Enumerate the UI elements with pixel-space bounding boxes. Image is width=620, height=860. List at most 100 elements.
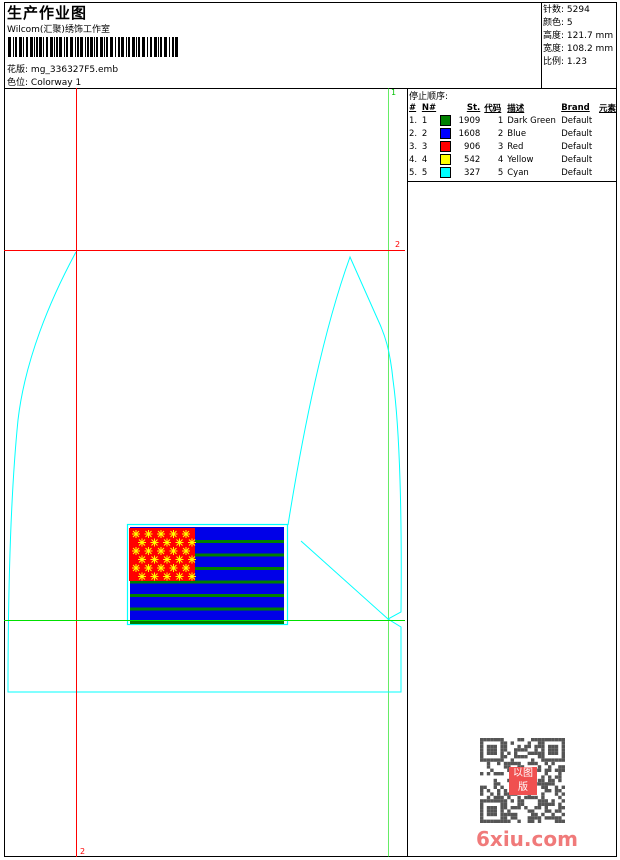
qr-module bbox=[493, 785, 497, 789]
flag-star bbox=[175, 538, 184, 547]
qr-module bbox=[480, 812, 484, 817]
qr-module bbox=[483, 799, 487, 803]
flag-star bbox=[182, 547, 190, 555]
qr-module bbox=[483, 785, 487, 789]
qr-module bbox=[544, 768, 548, 772]
qr-module bbox=[554, 775, 559, 779]
qr-module bbox=[517, 802, 521, 806]
qr-module bbox=[480, 751, 484, 755]
qr-module bbox=[537, 778, 542, 783]
qr-module bbox=[541, 775, 545, 779]
qr-module bbox=[541, 744, 545, 749]
qr-module bbox=[486, 812, 491, 817]
qr-module bbox=[558, 816, 562, 820]
qr-module bbox=[486, 744, 491, 749]
qr-module bbox=[541, 738, 545, 742]
qr-module bbox=[527, 744, 531, 749]
qr-module bbox=[541, 812, 545, 817]
qr-module bbox=[493, 795, 497, 800]
qr-module bbox=[497, 782, 501, 786]
qr-module bbox=[548, 758, 552, 762]
qr-module bbox=[493, 738, 497, 742]
qr-module bbox=[500, 741, 504, 745]
qr-module bbox=[534, 816, 538, 820]
qr-module bbox=[514, 812, 518, 817]
qr-module bbox=[490, 799, 494, 803]
flag-star bbox=[138, 538, 146, 547]
qr-module bbox=[537, 755, 542, 759]
qr-module bbox=[493, 758, 497, 762]
flag-star bbox=[157, 530, 165, 538]
marker-label: 1 bbox=[391, 88, 397, 97]
qr-module bbox=[480, 772, 484, 776]
qr-module bbox=[558, 772, 562, 776]
qr-module bbox=[503, 799, 508, 803]
qr-module bbox=[541, 751, 545, 755]
qr-module bbox=[493, 782, 497, 786]
qr-module bbox=[561, 755, 565, 759]
qr-module bbox=[527, 816, 531, 820]
qr-module bbox=[497, 738, 501, 742]
qr-module bbox=[534, 744, 538, 749]
design-outline bbox=[7, 251, 402, 693]
qr-module bbox=[537, 751, 542, 755]
qr-module bbox=[497, 789, 501, 793]
qr-module bbox=[554, 819, 559, 823]
qr-module bbox=[541, 741, 545, 745]
marker-label: 2 bbox=[80, 847, 86, 856]
qr-module bbox=[524, 744, 528, 749]
qr-module bbox=[497, 761, 501, 766]
qr-module bbox=[561, 812, 565, 817]
qr-module bbox=[524, 755, 528, 759]
qr-module bbox=[554, 816, 559, 820]
qr-module bbox=[510, 758, 514, 762]
qr-module bbox=[480, 809, 484, 813]
qr-module bbox=[548, 809, 552, 813]
qr-module bbox=[483, 738, 487, 742]
qr-module bbox=[507, 812, 511, 817]
qr-module bbox=[544, 799, 548, 803]
qr-module bbox=[558, 778, 562, 783]
qr-module bbox=[551, 812, 555, 817]
qr-module bbox=[480, 799, 484, 803]
qr-module bbox=[514, 748, 518, 752]
qr-module bbox=[561, 744, 565, 749]
qr-module bbox=[497, 758, 501, 762]
qr-module bbox=[541, 792, 545, 796]
qr-module bbox=[480, 758, 484, 762]
qr-module bbox=[490, 812, 494, 817]
qr-module bbox=[503, 741, 508, 745]
flag-star bbox=[163, 572, 171, 581]
flag-star bbox=[188, 555, 196, 564]
qr-module bbox=[500, 795, 504, 800]
qr-module bbox=[548, 748, 552, 752]
qr-module bbox=[503, 812, 508, 817]
qr-module bbox=[517, 799, 521, 803]
qr-module bbox=[486, 761, 491, 766]
qr-module bbox=[558, 789, 562, 793]
qr-module bbox=[497, 772, 501, 776]
flag-green-stripe bbox=[130, 621, 284, 624]
qr-module bbox=[561, 799, 565, 803]
qr-module bbox=[500, 802, 504, 806]
qr-module bbox=[500, 812, 504, 817]
qr-module bbox=[503, 789, 508, 793]
qr-module bbox=[486, 758, 491, 762]
qr-module bbox=[500, 751, 504, 755]
qr-module bbox=[500, 819, 504, 823]
qr-module bbox=[544, 789, 548, 793]
qr-module bbox=[551, 738, 555, 742]
qr-module bbox=[486, 751, 491, 755]
flag-star bbox=[157, 547, 165, 555]
qr-module bbox=[507, 761, 511, 766]
qr-module bbox=[544, 816, 548, 820]
qr-module bbox=[503, 761, 508, 766]
qr-module bbox=[527, 795, 531, 800]
qr-module bbox=[537, 819, 542, 823]
qr-module bbox=[551, 751, 555, 755]
qr-module bbox=[548, 765, 552, 769]
qr-module bbox=[554, 751, 559, 755]
qr-module bbox=[541, 748, 545, 752]
qr-module bbox=[548, 744, 552, 749]
qr-module bbox=[551, 748, 555, 752]
